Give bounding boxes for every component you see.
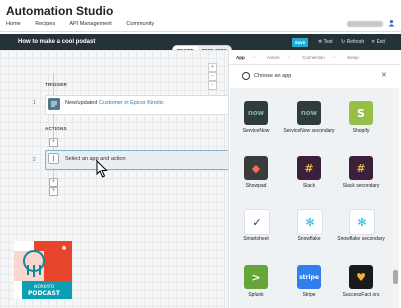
app-logo-icon: > bbox=[251, 270, 261, 284]
epicor-app-icon bbox=[48, 98, 60, 110]
add-step-button[interactable]: + bbox=[49, 187, 58, 196]
fit-view-button[interactable]: ▫ bbox=[208, 81, 217, 90]
app-tile-label: ServiceNow bbox=[242, 128, 270, 134]
app-tile[interactable]: ✓ bbox=[244, 209, 270, 235]
app-logo-icon: ✻ bbox=[305, 215, 315, 229]
app-tile-label: SuccessFact ors bbox=[342, 292, 380, 298]
app-tile[interactable]: # bbox=[297, 156, 321, 180]
app-logo-icon: ✓ bbox=[252, 215, 262, 229]
step-app[interactable]: App bbox=[236, 55, 245, 60]
trigger-step-text: New/updated Customer in Epicor Kinetic bbox=[65, 100, 164, 106]
nav-home[interactable]: Home bbox=[6, 21, 21, 27]
app-tile[interactable]: ✻ bbox=[297, 209, 323, 235]
podcast-logo: WORKATO PODCAST ✱ bbox=[14, 241, 72, 299]
app-logo-icon: # bbox=[356, 161, 366, 175]
app-tile-label: Stripe bbox=[302, 292, 316, 298]
nav-api-management[interactable]: API Management bbox=[69, 21, 112, 27]
app-logo-icon: now bbox=[247, 109, 265, 117]
app-tile[interactable]: > bbox=[244, 265, 268, 289]
app-logo-icon: ♥ bbox=[356, 270, 366, 284]
step-number: 2 bbox=[33, 157, 36, 163]
search-icon bbox=[242, 72, 250, 80]
actions-label: ACTIONS bbox=[45, 126, 67, 131]
app-title: Automation Studio bbox=[6, 4, 114, 18]
trigger-label: TRIGGER bbox=[45, 82, 67, 87]
app-tile-label: Slack secondary bbox=[342, 183, 380, 189]
arrow-right-icon: → bbox=[251, 54, 256, 60]
scrollbar-thumb[interactable] bbox=[393, 270, 398, 284]
user-icon[interactable] bbox=[388, 19, 395, 27]
recipe-name[interactable]: How to make a cool podast bbox=[18, 39, 95, 45]
app-tile-label: Splunk bbox=[248, 292, 264, 298]
app-logo-icon: ✻ bbox=[357, 215, 367, 229]
podcast-title: PODCAST bbox=[28, 290, 61, 297]
app-tile[interactable]: now bbox=[244, 101, 268, 125]
header-divider bbox=[0, 31, 401, 32]
app-tile[interactable]: # bbox=[349, 156, 373, 180]
test-button[interactable]: ✲ Test bbox=[318, 39, 333, 45]
app-logo-icon: S bbox=[357, 106, 365, 120]
app-tile[interactable]: ✻ bbox=[349, 209, 375, 235]
save-button[interactable]: Save bbox=[292, 38, 308, 47]
app-tile-label: Slack bbox=[302, 183, 316, 189]
app-logo-icon: ◆ bbox=[251, 161, 261, 175]
app-logo-icon: # bbox=[304, 161, 314, 175]
app-tile-label: Smartsheet bbox=[243, 236, 269, 242]
app-tile-label: Snowflake bbox=[297, 236, 321, 242]
step-connection[interactable]: Connection bbox=[302, 55, 325, 60]
step-action[interactable]: Action bbox=[267, 55, 280, 60]
app-tile-label: Shopify bbox=[352, 128, 370, 134]
app-tile-label: Snowflake secondary bbox=[337, 236, 385, 242]
exit-button[interactable]: ✕ Exit bbox=[371, 39, 385, 45]
app-tile-label: Showpad bbox=[245, 183, 267, 189]
app-tile[interactable]: ♥ bbox=[349, 265, 373, 289]
arrow-right-icon: → bbox=[331, 54, 336, 60]
podcast-brand: WORKATO bbox=[34, 284, 54, 289]
app-tile[interactable]: stripe bbox=[297, 265, 321, 289]
arrow-right-icon: → bbox=[286, 54, 291, 60]
step-number: 1 bbox=[33, 100, 36, 106]
app-logo-icon: now bbox=[300, 109, 318, 117]
step-setup[interactable]: Setup bbox=[347, 55, 359, 60]
user-name-redacted[interactable] bbox=[347, 21, 383, 27]
gear-icon: ✲ bbox=[318, 39, 323, 45]
app-search-input[interactable]: Choose an app bbox=[254, 73, 291, 79]
app-tile[interactable]: ◆ bbox=[244, 156, 268, 180]
zoom-out-button[interactable]: − bbox=[208, 72, 217, 81]
app-tile[interactable]: S bbox=[349, 101, 373, 125]
app-tile[interactable]: now bbox=[297, 101, 321, 125]
placeholder-app-icon bbox=[48, 153, 59, 164]
svg-text:✱: ✱ bbox=[61, 245, 66, 252]
app-tile-label: ServiceNow secondary bbox=[283, 128, 335, 134]
nav-recipes[interactable]: Recipes bbox=[35, 21, 55, 27]
app-logo-icon: stripe bbox=[299, 273, 319, 281]
zoom-in-button[interactable]: + bbox=[208, 63, 217, 72]
top-nav: Home Recipes API Management Community bbox=[6, 21, 167, 27]
mouse-cursor-icon bbox=[96, 160, 108, 178]
add-step-button[interactable]: + bbox=[49, 138, 58, 147]
refresh-icon: ↻ bbox=[341, 39, 346, 45]
refresh-button[interactable]: ↻ Refresh bbox=[341, 39, 364, 45]
nav-community[interactable]: Community bbox=[126, 21, 154, 27]
close-icon[interactable]: ✕ bbox=[381, 71, 387, 79]
add-step-button[interactable]: + bbox=[49, 178, 58, 187]
close-icon: ✕ bbox=[371, 39, 376, 45]
